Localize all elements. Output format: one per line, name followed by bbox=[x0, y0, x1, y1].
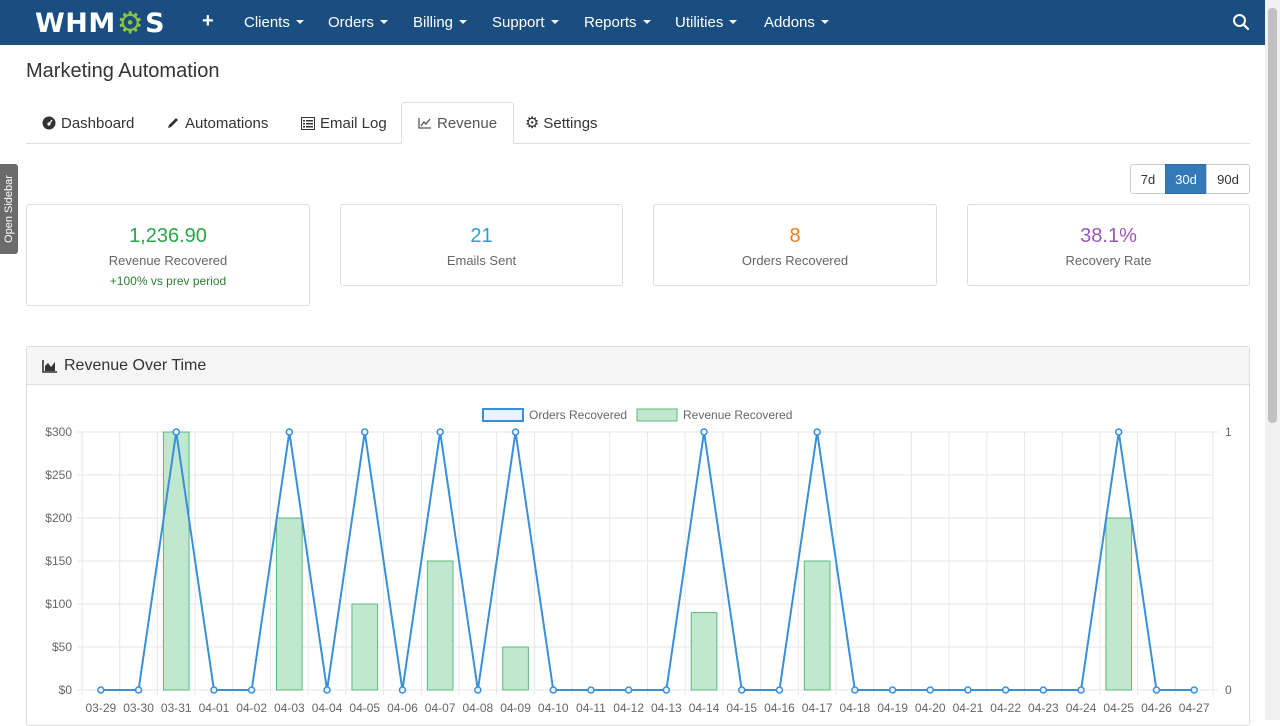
orders-point bbox=[624, 686, 633, 694]
orders-point bbox=[549, 686, 557, 694]
x-tick-label: 04-27 bbox=[1179, 701, 1210, 715]
revenue-bar bbox=[276, 517, 303, 691]
orders-point bbox=[511, 428, 520, 436]
orders-point bbox=[1039, 686, 1048, 694]
orders-point bbox=[926, 686, 934, 694]
y-left-tick-label: $200 bbox=[45, 511, 72, 525]
orders-point bbox=[285, 428, 294, 436]
orders-point bbox=[1001, 686, 1010, 694]
orders-point bbox=[436, 428, 444, 436]
x-tick-label: 04-18 bbox=[839, 701, 870, 715]
x-tick-label: 04-19 bbox=[877, 701, 908, 715]
x-tick-label: 04-21 bbox=[953, 701, 984, 715]
orders-point bbox=[474, 686, 482, 694]
x-tick-label: 04-14 bbox=[689, 701, 720, 715]
x-tick-label: 03-31 bbox=[161, 701, 192, 715]
x-tick-label: 04-01 bbox=[199, 701, 230, 715]
x-tick-label: 04-16 bbox=[764, 701, 795, 715]
x-tick-label: 04-17 bbox=[802, 701, 833, 715]
x-tick-label: 04-13 bbox=[651, 701, 682, 715]
y-left-tick-label: $150 bbox=[45, 554, 72, 568]
orders-point bbox=[738, 686, 746, 694]
orders-point bbox=[1152, 686, 1161, 694]
scrollbar-thumb[interactable] bbox=[1268, 8, 1277, 423]
orders-point bbox=[398, 686, 407, 694]
revenue-bar bbox=[426, 560, 454, 691]
orders-point bbox=[172, 428, 180, 436]
y-left-tick-label: $100 bbox=[45, 597, 72, 611]
y-left-tick-label: $50 bbox=[52, 640, 72, 654]
x-tick-label: 04-15 bbox=[726, 701, 757, 715]
orders-point bbox=[775, 686, 784, 694]
revenue-bar bbox=[162, 431, 190, 691]
x-tick-label: 04-23 bbox=[1028, 701, 1059, 715]
x-tick-label: 03-29 bbox=[85, 701, 116, 715]
orders-point bbox=[662, 686, 671, 694]
y-left-tick-label: $300 bbox=[45, 425, 72, 439]
x-tick-label: 04-22 bbox=[990, 701, 1021, 715]
orders-point bbox=[813, 428, 821, 436]
orders-point bbox=[361, 428, 369, 436]
orders-point bbox=[323, 686, 331, 694]
x-tick-label: 04-26 bbox=[1141, 701, 1172, 715]
y-left-tick-label: $250 bbox=[45, 468, 72, 482]
orders-point bbox=[700, 428, 708, 436]
y-right-tick-label: 1 bbox=[1225, 425, 1232, 439]
orders-point bbox=[97, 686, 105, 694]
revenue-bar bbox=[690, 612, 718, 691]
orders-point bbox=[587, 686, 595, 694]
legend-swatch-orders bbox=[482, 408, 524, 422]
orders-point bbox=[247, 686, 256, 694]
x-tick-label: 04-07 bbox=[425, 701, 456, 715]
x-tick-label: 04-06 bbox=[387, 701, 418, 715]
orders-point bbox=[210, 686, 218, 694]
x-tick-label: 04-03 bbox=[274, 701, 305, 715]
y-right-tick-label: 0 bbox=[1225, 683, 1232, 697]
revenue-bar bbox=[502, 646, 529, 691]
x-tick-label: 04-08 bbox=[462, 701, 493, 715]
x-tick-label: 04-12 bbox=[613, 701, 644, 715]
x-tick-label: 04-02 bbox=[236, 701, 267, 715]
orders-point bbox=[134, 686, 143, 694]
revenue-bar bbox=[1105, 517, 1133, 691]
x-tick-label: 04-04 bbox=[312, 701, 343, 715]
orders-point bbox=[851, 686, 859, 694]
legend-swatch-revenue bbox=[636, 408, 678, 422]
orders-point bbox=[1115, 428, 1123, 436]
revenue-bar bbox=[351, 603, 379, 691]
x-tick-label: 04-20 bbox=[915, 701, 946, 715]
orders-point bbox=[888, 686, 897, 694]
y-left-tick-label: $0 bbox=[59, 683, 73, 697]
legend-label-revenue: Revenue Recovered bbox=[683, 408, 792, 422]
revenue-bar bbox=[803, 560, 831, 691]
legend-label-orders: Orders Recovered bbox=[529, 408, 627, 422]
revenue-chart: $0 $50 $100 $150 $200 $250 $300 0 1 03-29 03-30 03-… bbox=[45, 408, 1232, 715]
orders-point bbox=[1190, 686, 1198, 694]
x-tick-label: 04-05 bbox=[349, 701, 380, 715]
x-tick-label: 04-10 bbox=[538, 701, 569, 715]
x-tick-label: 04-11 bbox=[576, 701, 606, 715]
x-tick-label: 04-09 bbox=[500, 701, 531, 715]
x-tick-label: 03-30 bbox=[123, 701, 154, 715]
orders-point bbox=[1077, 686, 1085, 694]
orders-point bbox=[964, 686, 972, 694]
x-tick-label: 04-24 bbox=[1066, 701, 1097, 715]
x-tick-label: 04-25 bbox=[1103, 701, 1134, 715]
